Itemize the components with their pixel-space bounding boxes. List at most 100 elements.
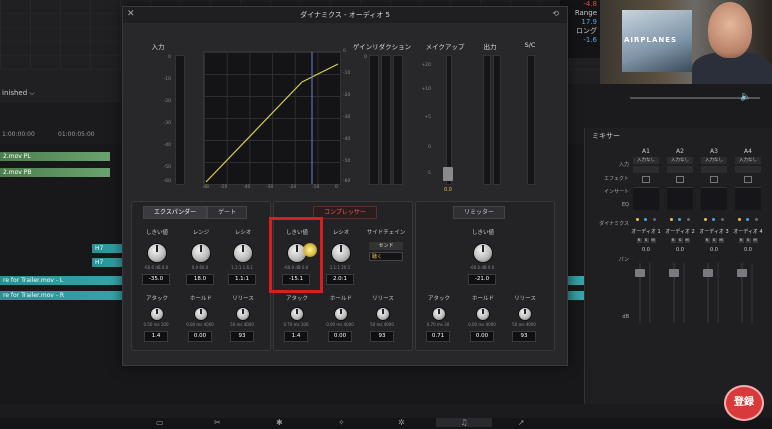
- fairlight-page-icon[interactable]: ♫: [436, 418, 492, 427]
- limiter-release-value[interactable]: 93: [512, 331, 536, 342]
- compressor-ratio-knob[interactable]: [331, 243, 351, 263]
- channel-input-select[interactable]: 入力なし: [701, 157, 727, 164]
- speaker-icon[interactable]: 🔈: [740, 92, 751, 102]
- record-button[interactable]: R: [738, 238, 744, 243]
- expander-tab[interactable]: エクスパンダー: [143, 206, 208, 219]
- makeup-fader-track[interactable]: [446, 55, 452, 185]
- timeline-selector[interactable]: inished ⌵: [0, 84, 132, 102]
- audio-clip[interactable]: 2.mov PB: [0, 168, 110, 177]
- limiter-attack-value[interactable]: 0.71: [426, 331, 450, 342]
- fader-cap[interactable]: [635, 269, 645, 277]
- mute-button[interactable]: M: [718, 238, 724, 243]
- compressor-hold-knob[interactable]: [334, 307, 348, 321]
- expander-attack-value[interactable]: 1.4: [144, 331, 168, 342]
- transfer-curve: [205, 52, 339, 184]
- channel-effects-slot[interactable]: [633, 166, 659, 173]
- makeup-fader[interactable]: [443, 167, 453, 181]
- eq-graph[interactable]: [735, 187, 761, 210]
- fader-cap[interactable]: [737, 269, 747, 277]
- audio-clip[interactable]: re for Trailer.mov - L: [0, 276, 132, 285]
- expander-attack-knob[interactable]: [150, 307, 164, 321]
- expander-ratio-knob[interactable]: [233, 243, 253, 263]
- record-button[interactable]: R: [670, 238, 676, 243]
- channel-fader[interactable]: [665, 263, 695, 323]
- compressor-release-knob[interactable]: [376, 307, 390, 321]
- mute-button[interactable]: M: [650, 238, 656, 243]
- pan-dots[interactable]: [701, 218, 727, 222]
- channel-effects-slot[interactable]: [701, 166, 727, 173]
- color-page-icon[interactable]: ✲: [398, 418, 405, 427]
- limiter-release-range: 50 ms 4000: [512, 322, 536, 327]
- channel-fader[interactable]: [631, 263, 661, 323]
- expander-hold-value[interactable]: 0.00: [188, 331, 212, 342]
- volume-slider[interactable]: 🔈: [610, 92, 770, 102]
- expander-ratio-value[interactable]: 1.1:1: [228, 274, 256, 285]
- eq-graph[interactable]: [701, 187, 727, 210]
- channel-input-select[interactable]: 入力なし: [633, 157, 659, 164]
- solo-button[interactable]: S: [745, 238, 751, 243]
- fusion-page-icon[interactable]: ✧: [338, 418, 345, 427]
- limiter-release-knob[interactable]: [518, 307, 532, 321]
- sidechain-listen-select[interactable]: 聴く: [369, 252, 403, 261]
- audio-clip[interactable]: re for Trailer.mov - R: [0, 291, 132, 300]
- gate-tab[interactable]: ゲート: [207, 206, 248, 219]
- insert-toggle[interactable]: [642, 176, 650, 183]
- expander-hold-knob[interactable]: [194, 307, 208, 321]
- pan-dots[interactable]: [735, 218, 761, 222]
- mute-button[interactable]: M: [752, 238, 758, 243]
- limiter-attack-knob[interactable]: [432, 307, 446, 321]
- solo-button[interactable]: S: [677, 238, 683, 243]
- compressor-attack-value[interactable]: 1.4: [284, 331, 308, 342]
- cut-page-icon[interactable]: ✂: [214, 418, 221, 427]
- channel-volume-value: 0.0: [642, 247, 650, 253]
- compressor-attack-knob[interactable]: [290, 307, 304, 321]
- channel-input-select[interactable]: 入力なし: [735, 157, 761, 164]
- limiter-tab[interactable]: リミッター: [453, 206, 506, 219]
- graph-y-tick: 0: [343, 49, 346, 54]
- channel-volume-value: 0.0: [744, 247, 752, 253]
- record-button[interactable]: R: [636, 238, 642, 243]
- expander-range-value[interactable]: 18.0: [186, 274, 214, 285]
- channel-fader[interactable]: [699, 263, 729, 323]
- eq-graph[interactable]: [667, 187, 693, 210]
- audio-clip[interactable]: 2.mov PL: [0, 152, 110, 161]
- fader-cap[interactable]: [669, 269, 679, 277]
- deliver-page-icon[interactable]: ➚: [518, 418, 525, 427]
- insert-toggle[interactable]: [676, 176, 684, 183]
- expander-range-knob[interactable]: [191, 243, 211, 263]
- mute-button[interactable]: M: [684, 238, 690, 243]
- eq-graph[interactable]: [633, 187, 659, 210]
- channel-input-select[interactable]: 入力なし: [667, 157, 693, 164]
- expander-threshold-value[interactable]: -35.0: [142, 274, 170, 285]
- solo-button[interactable]: S: [643, 238, 649, 243]
- fader-cap[interactable]: [703, 269, 713, 277]
- limiter-hold-knob[interactable]: [476, 307, 490, 321]
- compressor-hold-range: 0.00 ms 4000: [326, 322, 354, 327]
- channel-buttons: RSM: [699, 238, 729, 243]
- compressor-release-value[interactable]: 93: [370, 331, 394, 342]
- insert-toggle[interactable]: [744, 176, 752, 183]
- pan-dots[interactable]: [633, 218, 659, 222]
- channel-fader[interactable]: [733, 263, 763, 323]
- compressor-ratio-value[interactable]: 2.0:1: [326, 274, 354, 285]
- compressor-hold-value[interactable]: 0.00: [328, 331, 352, 342]
- compressor-attack-range: 0.70 ms 100: [283, 322, 309, 327]
- channel-meter: [649, 263, 651, 323]
- expander-release-knob[interactable]: [236, 307, 250, 321]
- limiter-threshold-knob[interactable]: [473, 243, 493, 263]
- media-page-icon[interactable]: ▭: [156, 418, 164, 427]
- reset-icon[interactable]: ⟲: [552, 9, 559, 18]
- channel-effects-slot[interactable]: [735, 166, 761, 173]
- sidechain-send-button[interactable]: センド: [369, 242, 403, 250]
- limiter-threshold-value[interactable]: -21.0: [468, 274, 496, 285]
- limiter-hold-value[interactable]: 0.00: [470, 331, 494, 342]
- pan-dots[interactable]: [667, 218, 693, 222]
- edit-page-icon[interactable]: ✱: [276, 418, 283, 427]
- record-button[interactable]: R: [704, 238, 710, 243]
- channel-effects-slot[interactable]: [667, 166, 693, 173]
- insert-toggle[interactable]: [710, 176, 718, 183]
- solo-button[interactable]: S: [711, 238, 717, 243]
- subscribe-badge[interactable]: 登録: [724, 385, 764, 421]
- expander-release-value[interactable]: 93: [230, 331, 254, 342]
- expander-threshold-knob[interactable]: [147, 243, 167, 263]
